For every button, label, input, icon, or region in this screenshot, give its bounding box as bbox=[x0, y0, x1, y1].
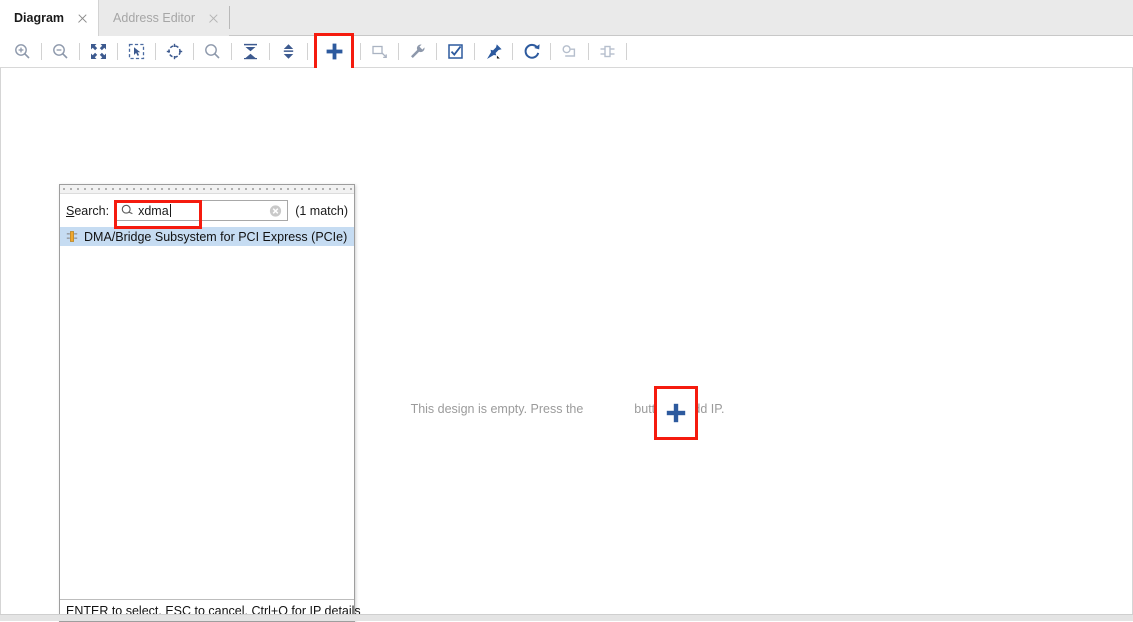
toolbar-separator bbox=[269, 43, 270, 60]
toolbar-separator bbox=[307, 43, 308, 60]
toolbar-separator bbox=[550, 43, 551, 60]
toolbar-separator bbox=[79, 43, 80, 60]
bottom-strip bbox=[0, 614, 1133, 621]
toolbar-separator bbox=[155, 43, 156, 60]
collapse-all-icon[interactable] bbox=[236, 39, 265, 65]
tab-bar-divider bbox=[229, 6, 231, 29]
run-connection-automation-icon[interactable] bbox=[403, 39, 432, 65]
add-ip-icon[interactable] bbox=[320, 39, 349, 65]
zoom-in-icon[interactable] bbox=[8, 39, 37, 65]
match-count-label: (1 match) bbox=[295, 203, 348, 218]
expand-all-icon[interactable] bbox=[274, 39, 303, 65]
ip-search-row: Search: xdma (1 match) bbox=[60, 194, 354, 229]
list-item-label: DMA/Bridge Subsystem for PCI Express (PC… bbox=[84, 229, 348, 244]
zoom-area-icon[interactable] bbox=[122, 39, 151, 65]
add-ip-inline-highlight bbox=[654, 386, 698, 440]
toolbar-separator bbox=[360, 43, 361, 60]
add-module-icon[interactable] bbox=[365, 39, 394, 65]
toolbar-separator bbox=[398, 43, 399, 60]
close-icon[interactable] bbox=[207, 12, 220, 25]
search-icon bbox=[121, 204, 134, 217]
list-item[interactable]: DMA/Bridge Subsystem for PCI Express (PC… bbox=[60, 227, 354, 246]
toolbar-separator bbox=[41, 43, 42, 60]
ip-core-icon bbox=[66, 230, 78, 243]
add-ip-icon[interactable] bbox=[665, 402, 687, 424]
pin-icon[interactable] bbox=[479, 39, 508, 65]
tab-bar: Diagram Address Editor bbox=[0, 0, 1133, 36]
optimize-routing-icon[interactable] bbox=[555, 39, 584, 65]
ip-search-popup[interactable]: Search: xdma (1 match) DMA/Bridge Subsys… bbox=[59, 184, 361, 622]
validate-design-icon[interactable] bbox=[441, 39, 470, 65]
regenerate-layout-icon[interactable] bbox=[517, 39, 546, 65]
close-icon[interactable] bbox=[76, 12, 89, 25]
tab-address-editor-label: Address Editor bbox=[113, 11, 196, 25]
clear-icon[interactable] bbox=[269, 204, 282, 217]
tab-diagram-label: Diagram bbox=[14, 11, 65, 25]
toolbar-separator bbox=[436, 43, 437, 60]
toolbar-separator bbox=[117, 43, 118, 60]
toolbar-separator bbox=[231, 43, 232, 60]
interface-connection-icon[interactable] bbox=[593, 39, 622, 65]
popup-drag-handle[interactable] bbox=[60, 185, 354, 194]
toolbar-separator bbox=[588, 43, 589, 60]
ip-results-list[interactable]: DMA/Bridge Subsystem for PCI Express (PC… bbox=[60, 227, 354, 599]
diagram-canvas[interactable]: This design is empty. Press the button t… bbox=[0, 68, 1133, 622]
empty-design-message-before: This design is empty. Press the bbox=[410, 402, 584, 416]
toolbar-separator bbox=[193, 43, 194, 60]
search-label: Search: bbox=[66, 204, 109, 218]
tab-diagram[interactable]: Diagram bbox=[0, 0, 100, 36]
fit-selection-icon[interactable] bbox=[160, 39, 189, 65]
toolbar-separator bbox=[474, 43, 475, 60]
tab-address-editor[interactable]: Address Editor bbox=[99, 0, 230, 36]
search-input-value: xdma bbox=[138, 203, 169, 218]
diagram-toolbar bbox=[0, 32, 1133, 71]
search-input[interactable]: xdma bbox=[116, 200, 289, 221]
zoom-fit-icon[interactable] bbox=[84, 39, 113, 65]
text-caret bbox=[169, 204, 171, 217]
search-icon[interactable] bbox=[198, 39, 227, 65]
search-label-rest: earch: bbox=[74, 203, 110, 218]
toolbar-separator bbox=[512, 43, 513, 60]
toolbar-separator bbox=[626, 43, 627, 60]
add-ip-button-highlight bbox=[314, 32, 354, 71]
zoom-out-icon[interactable] bbox=[46, 39, 75, 65]
